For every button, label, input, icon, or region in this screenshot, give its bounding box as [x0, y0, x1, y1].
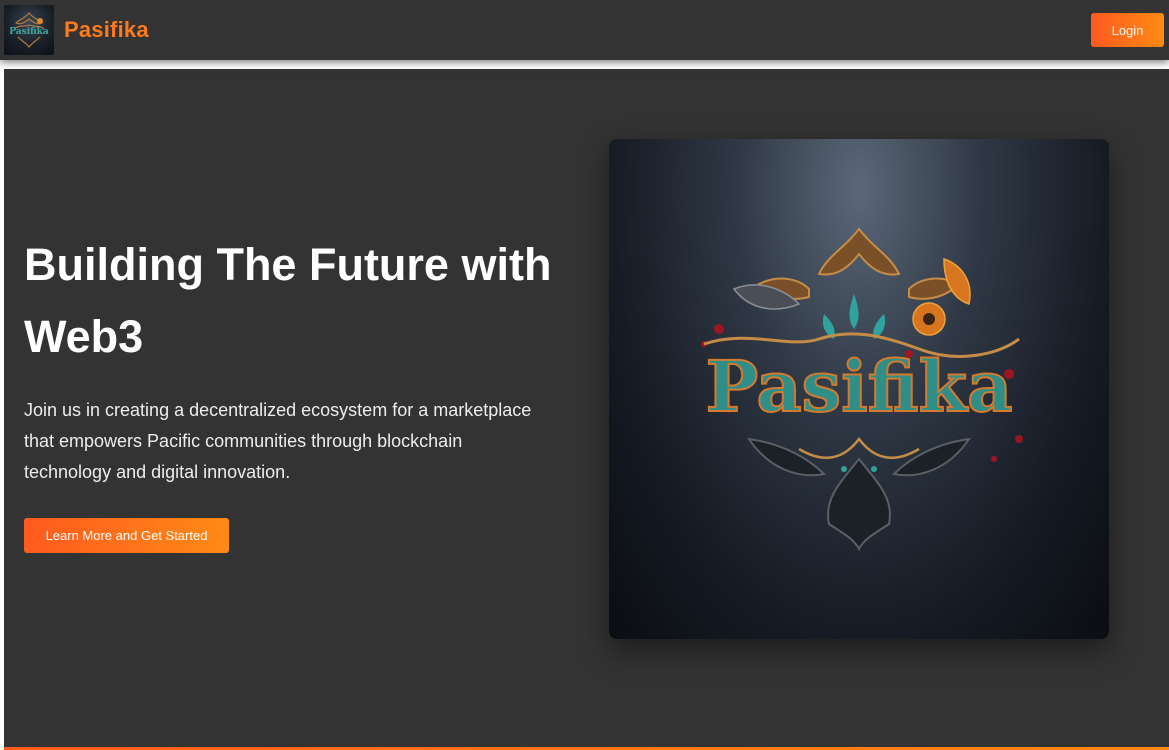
hero-text-block: Building The Future with Web3 Join us in… [24, 229, 584, 553]
pasifika-logo-icon[interactable]: Pasifika [4, 5, 54, 55]
hero-logo-image: Pasifika [609, 139, 1109, 639]
hero-logo-wordmark: Pasifika [706, 345, 1013, 428]
login-button[interactable]: Login [1091, 13, 1164, 47]
top-navbar: Pasifika Pasifika Login [0, 0, 1169, 60]
learn-more-button[interactable]: Learn More and Get Started [24, 518, 229, 553]
svg-text:Pasifika: Pasifika [9, 27, 49, 37]
hero-description: Join us in creating a decentralized ecos… [24, 400, 532, 482]
hero-section: Building The Future with Web3 Join us in… [4, 69, 1169, 750]
hero-title: Building The Future with Web3 [24, 239, 552, 362]
brand-name[interactable]: Pasifika [64, 17, 149, 43]
